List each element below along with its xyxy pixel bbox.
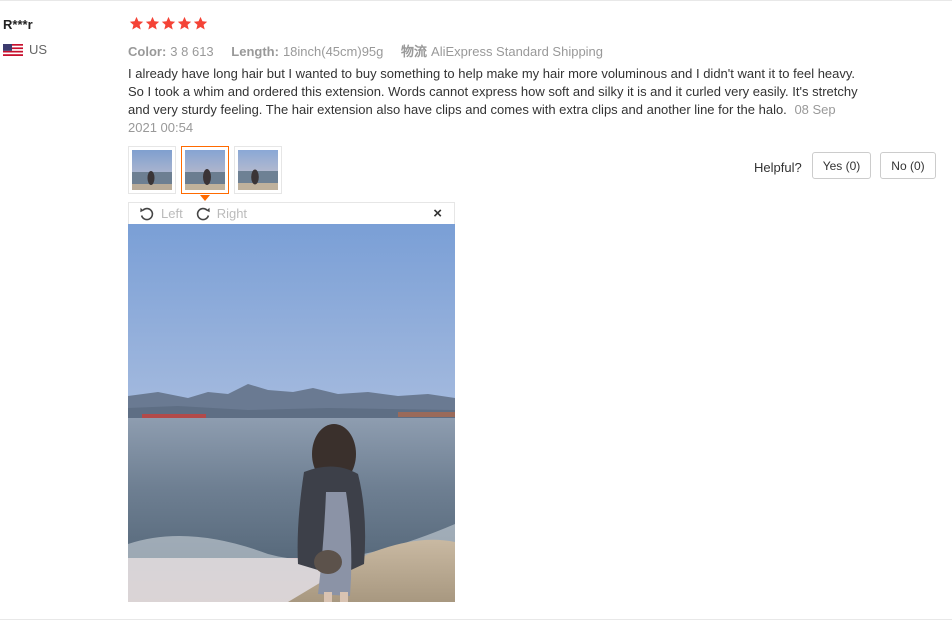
review-text: I already have long hair but I wanted to… <box>128 66 858 117</box>
star-icon <box>129 16 144 30</box>
helpful-label: Helpful? <box>754 160 802 175</box>
rotate-left-icon <box>140 207 154 220</box>
photo-thumbnail-image <box>238 150 278 190</box>
us-flag-icon <box>3 43 23 56</box>
divider-top <box>0 0 952 1</box>
review-photo-thumbnails <box>128 146 282 201</box>
star-icon <box>145 16 160 30</box>
review-photo-thumb-2[interactable] <box>181 146 229 201</box>
helpful-yes-button[interactable]: Yes (0) <box>811 152 872 179</box>
star-icon <box>193 16 208 30</box>
close-viewer-button[interactable]: × <box>433 205 442 222</box>
sku-length: Length: 18inch(45cm)95g <box>231 44 384 59</box>
review-photo-large <box>128 224 455 602</box>
reviewer-country: US <box>3 42 47 57</box>
reviewer-name: R***r <box>3 17 33 32</box>
rotate-right-icon <box>196 207 210 220</box>
review-photo-thumb-1[interactable] <box>128 146 176 194</box>
star-rating <box>129 16 208 31</box>
country-label: US <box>29 42 48 57</box>
helpful-no-button[interactable]: No (0) <box>880 152 936 179</box>
rotate-left-button[interactable]: Left <box>139 206 183 222</box>
rotate-left-label: Left <box>161 206 183 221</box>
sku-shipping: 物流 AliExpress Standard Shipping <box>401 44 604 59</box>
rotate-right-label: Right <box>216 206 248 221</box>
photo-viewer-toolbar: Left Right × <box>128 202 455 224</box>
sku-color: Color: 3 8 613 <box>128 44 214 59</box>
divider-bottom <box>0 619 952 620</box>
photo-thumbnail-image <box>185 150 225 190</box>
photo-viewer: Left Right × <box>128 202 455 602</box>
review-photo-thumb-3[interactable] <box>234 146 282 194</box>
helpful-votes: Helpful? Yes (0) No (0) <box>754 152 945 179</box>
photo-thumbnail-image <box>132 150 172 190</box>
review-body: I already have long hair but I wanted to… <box>128 65 863 137</box>
star-icon <box>161 16 176 30</box>
sku-info: Color: 3 8 613 Length: 18inch(45cm)95g 物流 A… <box>128 41 617 60</box>
rotate-right-button[interactable]: Right <box>195 206 247 222</box>
star-icon <box>177 16 192 30</box>
selected-caret <box>200 195 210 201</box>
